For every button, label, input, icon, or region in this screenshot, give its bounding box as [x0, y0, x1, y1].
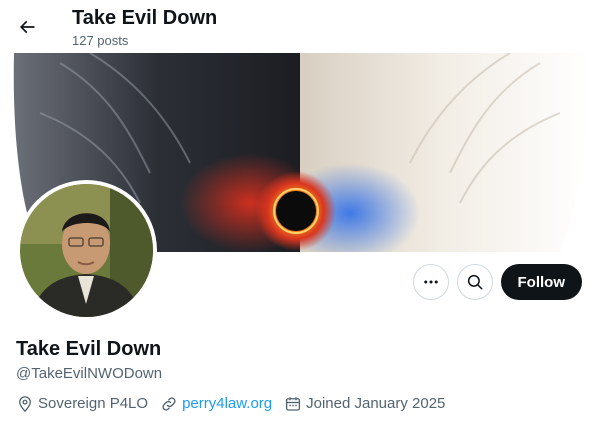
more-button[interactable]	[412, 264, 449, 300]
search-button[interactable]	[456, 264, 493, 300]
more-icon	[423, 280, 438, 284]
location-pin-icon	[19, 396, 31, 413]
joined-item: Joined January 2025	[284, 394, 445, 414]
link-icon	[162, 397, 176, 411]
calendar-icon	[286, 397, 301, 411]
website-link[interactable]: perry4law.org	[182, 394, 272, 414]
profile-photo	[20, 184, 153, 317]
profile-handle: @TakeEvilNWODown	[16, 365, 163, 382]
location-item: Sovereign P4LO	[16, 394, 148, 414]
header-title: Take Evil Down	[72, 7, 218, 29]
search-icon	[467, 274, 482, 290]
joined-text: Joined January 2025	[306, 395, 446, 412]
top-bar: Take Evil Down 127 posts	[0, 0, 598, 53]
profile-meta: Sovereign P4LO perry4law.org Joined Janu…	[16, 394, 457, 414]
location-text: Sovereign P4LO	[38, 395, 149, 412]
website-item[interactable]: perry4law.org	[160, 394, 272, 414]
avatar[interactable]	[16, 180, 157, 321]
follow-button[interactable]: Follow	[500, 264, 582, 300]
posts-count: 127 posts	[72, 33, 129, 48]
profile-name: Take Evil Down	[16, 338, 162, 360]
back-button[interactable]	[12, 12, 42, 42]
profile-actions: Follow	[412, 264, 582, 300]
arrow-left-icon	[19, 20, 35, 34]
